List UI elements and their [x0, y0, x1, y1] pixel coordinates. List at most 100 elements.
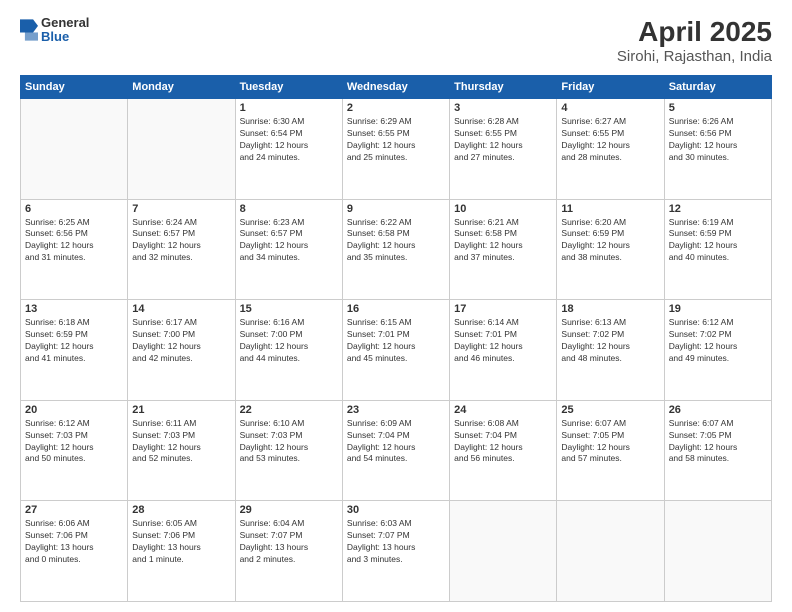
weekday-header: Thursday: [450, 76, 557, 99]
calendar-day-cell: [128, 99, 235, 200]
weekday-row: SundayMondayTuesdayWednesdayThursdayFrid…: [21, 76, 772, 99]
calendar-week-row: 27 Sunrise: 6:06 AM Sunset: 7:06 PM Dayli…: [21, 501, 772, 602]
calendar-day-cell: 4 Sunrise: 6:27 AM Sunset: 6:55 PM Daylig…: [557, 99, 664, 200]
calendar-day-cell: 22 Sunrise: 6:10 AM Sunset: 7:03 PM Dayli…: [235, 400, 342, 501]
day-info: Sunrise: 6:17 AM Sunset: 7:00 PM Dayligh…: [132, 317, 230, 365]
weekday-header: Sunday: [21, 76, 128, 99]
day-number: 7: [132, 203, 230, 215]
day-number: 9: [347, 203, 445, 215]
calendar-day-cell: 25 Sunrise: 6:07 AM Sunset: 7:05 PM Dayli…: [557, 400, 664, 501]
page: General Blue April 2025 Sirohi, Rajastha…: [0, 0, 792, 612]
calendar-week-row: 20 Sunrise: 6:12 AM Sunset: 7:03 PM Dayli…: [21, 400, 772, 501]
calendar-day-cell: 26 Sunrise: 6:07 AM Sunset: 7:05 PM Dayli…: [664, 400, 771, 501]
calendar-day-cell: 3Sunrise: 6:28 AM Sunset: 6:55 PM Daylig…: [450, 99, 557, 200]
day-info: Sunrise: 6:07 AM Sunset: 7:05 PM Dayligh…: [561, 418, 659, 466]
calendar-day-cell: 18 Sunrise: 6:13 AM Sunset: 7:02 PM Dayli…: [557, 300, 664, 401]
calendar-day-cell: 29Sunrise: 6:04 AM Sunset: 7:07 PM Dayli…: [235, 501, 342, 602]
day-info: Sunrise: 6:07 AM Sunset: 7:05 PM Dayligh…: [669, 418, 767, 466]
day-number: 12: [669, 203, 767, 215]
day-number: 10: [454, 203, 552, 215]
day-number: 6: [25, 203, 123, 215]
calendar-day-cell: 19 Sunrise: 6:12 AM Sunset: 7:02 PM Dayli…: [664, 300, 771, 401]
day-info: Sunrise: 6:21 AM Sunset: 6:58 PM Dayligh…: [454, 217, 552, 265]
day-number: 26: [669, 404, 767, 416]
header: General Blue April 2025 Sirohi, Rajastha…: [20, 16, 772, 65]
day-number: 22: [240, 404, 338, 416]
day-number: 19: [669, 303, 767, 315]
day-number: 15: [240, 303, 338, 315]
day-number: 17: [454, 303, 552, 315]
calendar-day-cell: 17 Sunrise: 6:14 AM Sunset: 7:01 PM Dayli…: [450, 300, 557, 401]
day-number: 28: [132, 504, 230, 516]
calendar-day-cell: 6 Sunrise: 6:25 AM Sunset: 6:56 PM Daylig…: [21, 199, 128, 300]
day-number: 2: [347, 102, 445, 114]
weekday-header: Saturday: [664, 76, 771, 99]
day-info: Sunrise: 6:23 AM Sunset: 6:57 PM Dayligh…: [240, 217, 338, 265]
calendar-day-cell: 13Sunrise: 6:18 AM Sunset: 6:59 PM Dayli…: [21, 300, 128, 401]
day-info: Sunrise: 6:26 AM Sunset: 6:56 PM Dayligh…: [669, 116, 767, 164]
day-info: Sunrise: 6:20 AM Sunset: 6:59 PM Dayligh…: [561, 217, 659, 265]
calendar-day-cell: 23 Sunrise: 6:09 AM Sunset: 7:04 PM Dayli…: [342, 400, 449, 501]
day-info: Sunrise: 6:11 AM Sunset: 7:03 PM Dayligh…: [132, 418, 230, 466]
day-info: Sunrise: 6:04 AM Sunset: 7:07 PM Dayligh…: [240, 518, 338, 566]
day-info: Sunrise: 6:06 AM Sunset: 7:06 PM Dayligh…: [25, 518, 123, 566]
day-info: Sunrise: 6:30 AM Sunset: 6:54 PM Dayligh…: [240, 116, 338, 164]
day-info: Sunrise: 6:05 AM Sunset: 7:06 PM Dayligh…: [132, 518, 230, 566]
calendar-table: SundayMondayTuesdayWednesdayThursdayFrid…: [20, 75, 772, 602]
day-number: 30: [347, 504, 445, 516]
day-number: 25: [561, 404, 659, 416]
calendar-week-row: 1 Sunrise: 6:30 AM Sunset: 6:54 PM Daylig…: [21, 99, 772, 200]
calendar-day-cell: 10 Sunrise: 6:21 AM Sunset: 6:58 PM Dayli…: [450, 199, 557, 300]
day-number: 1: [240, 102, 338, 114]
day-info: Sunrise: 6:12 AM Sunset: 7:02 PM Dayligh…: [669, 317, 767, 365]
day-number: 11: [561, 203, 659, 215]
day-number: 3: [454, 102, 552, 114]
weekday-header: Wednesday: [342, 76, 449, 99]
day-number: 14: [132, 303, 230, 315]
calendar-day-cell: [21, 99, 128, 200]
day-info: Sunrise: 6:25 AM Sunset: 6:56 PM Dayligh…: [25, 217, 123, 265]
day-info: Sunrise: 6:14 AM Sunset: 7:01 PM Dayligh…: [454, 317, 552, 365]
day-info: Sunrise: 6:12 AM Sunset: 7:03 PM Dayligh…: [25, 418, 123, 466]
day-info: Sunrise: 6:16 AM Sunset: 7:00 PM Dayligh…: [240, 317, 338, 365]
day-number: 18: [561, 303, 659, 315]
day-info: Sunrise: 6:08 AM Sunset: 7:04 PM Dayligh…: [454, 418, 552, 466]
calendar-day-cell: 2Sunrise: 6:29 AM Sunset: 6:55 PM Daylig…: [342, 99, 449, 200]
weekday-header: Friday: [557, 76, 664, 99]
calendar-body: 1 Sunrise: 6:30 AM Sunset: 6:54 PM Daylig…: [21, 99, 772, 602]
day-info: Sunrise: 6:10 AM Sunset: 7:03 PM Dayligh…: [240, 418, 338, 466]
calendar-subtitle: Sirohi, Rajasthan, India: [617, 48, 772, 65]
calendar-day-cell: 1 Sunrise: 6:30 AM Sunset: 6:54 PM Daylig…: [235, 99, 342, 200]
day-info: Sunrise: 6:09 AM Sunset: 7:04 PM Dayligh…: [347, 418, 445, 466]
calendar-day-cell: 16Sunrise: 6:15 AM Sunset: 7:01 PM Dayli…: [342, 300, 449, 401]
calendar-week-row: 6 Sunrise: 6:25 AM Sunset: 6:56 PM Daylig…: [21, 199, 772, 300]
day-number: 23: [347, 404, 445, 416]
day-info: Sunrise: 6:24 AM Sunset: 6:57 PM Dayligh…: [132, 217, 230, 265]
calendar-day-cell: 27 Sunrise: 6:06 AM Sunset: 7:06 PM Dayli…: [21, 501, 128, 602]
calendar-day-cell: 15 Sunrise: 6:16 AM Sunset: 7:00 PM Dayli…: [235, 300, 342, 401]
day-info: Sunrise: 6:19 AM Sunset: 6:59 PM Dayligh…: [669, 217, 767, 265]
day-number: 20: [25, 404, 123, 416]
calendar-day-cell: 12 Sunrise: 6:19 AM Sunset: 6:59 PM Dayli…: [664, 199, 771, 300]
day-info: Sunrise: 6:27 AM Sunset: 6:55 PM Dayligh…: [561, 116, 659, 164]
day-number: 13: [25, 303, 123, 315]
day-number: 4: [561, 102, 659, 114]
calendar-day-cell: 24Sunrise: 6:08 AM Sunset: 7:04 PM Dayli…: [450, 400, 557, 501]
calendar-title: April 2025: [617, 16, 772, 48]
calendar-header: SundayMondayTuesdayWednesdayThursdayFrid…: [21, 76, 772, 99]
logo-blue: Blue: [41, 30, 89, 44]
logo-general: General: [41, 16, 89, 30]
calendar-day-cell: 14 Sunrise: 6:17 AM Sunset: 7:00 PM Dayli…: [128, 300, 235, 401]
weekday-header: Monday: [128, 76, 235, 99]
weekday-header: Tuesday: [235, 76, 342, 99]
calendar-day-cell: 30Sunrise: 6:03 AM Sunset: 7:07 PM Dayli…: [342, 501, 449, 602]
calendar-day-cell: [450, 501, 557, 602]
calendar-day-cell: 5Sunrise: 6:26 AM Sunset: 6:56 PM Daylig…: [664, 99, 771, 200]
day-info: Sunrise: 6:22 AM Sunset: 6:58 PM Dayligh…: [347, 217, 445, 265]
logo: General Blue: [20, 16, 89, 45]
day-info: Sunrise: 6:13 AM Sunset: 7:02 PM Dayligh…: [561, 317, 659, 365]
logo-icon: [20, 19, 38, 41]
day-number: 27: [25, 504, 123, 516]
calendar-day-cell: 21Sunrise: 6:11 AM Sunset: 7:03 PM Dayli…: [128, 400, 235, 501]
calendar-day-cell: 11 Sunrise: 6:20 AM Sunset: 6:59 PM Dayli…: [557, 199, 664, 300]
